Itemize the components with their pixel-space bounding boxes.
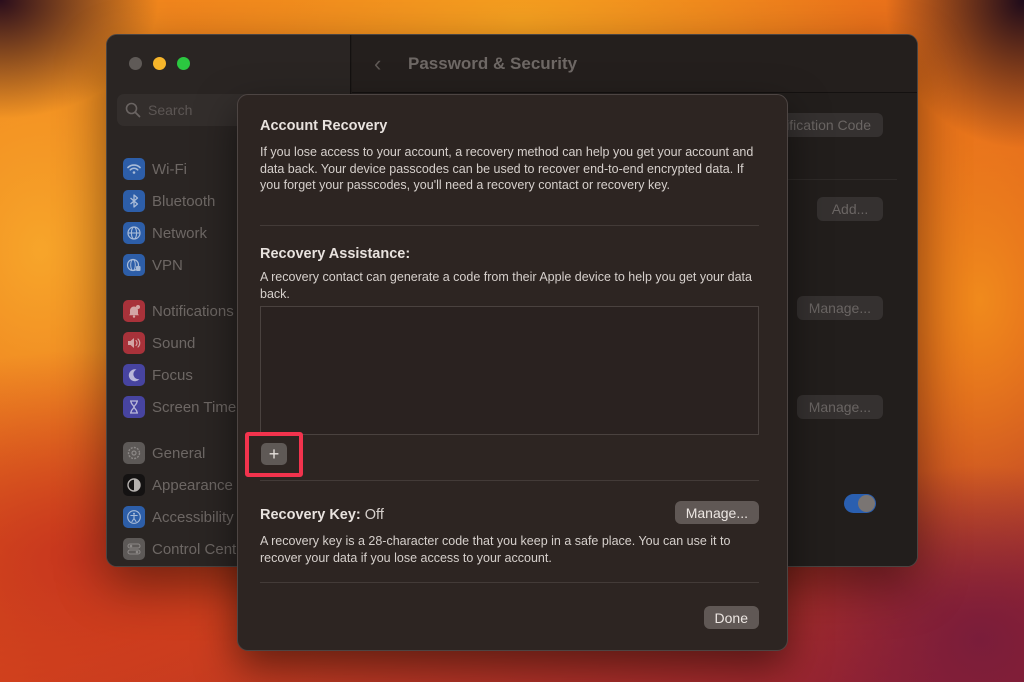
- hourglass-icon: [123, 396, 145, 418]
- bluetooth-icon: [123, 190, 145, 212]
- account-recovery-title: Account Recovery: [260, 118, 388, 134]
- sidebar-item-label: Accessibility: [152, 508, 234, 526]
- gear-icon: [123, 442, 145, 464]
- speaker-icon: [123, 332, 145, 354]
- recovery-key-value: Off: [364, 507, 384, 523]
- back-chevron-icon[interactable]: ‹: [374, 51, 381, 77]
- toggle-switch[interactable]: [844, 494, 876, 513]
- manage-button-1[interactable]: Manage...: [796, 296, 883, 320]
- sidebar-item-label: Network: [152, 224, 208, 242]
- search-placeholder: Search: [148, 102, 193, 118]
- add-trusted-number-button[interactable]: Add...: [817, 197, 883, 221]
- recovery-key-description: A recovery key is a 28-character code th…: [260, 534, 731, 565]
- toggle-knob: [858, 495, 875, 512]
- manage-button-2[interactable]: Manage...: [796, 395, 883, 419]
- sidebar-item-label: Wi-Fi: [152, 160, 187, 178]
- globe-icon: [123, 222, 145, 244]
- vpn-globe-icon: [123, 254, 145, 276]
- recovery-key-label: Recovery Key:: [260, 507, 361, 523]
- appearance-icon: [123, 474, 145, 496]
- sidebar-item-label: Notifications: [152, 302, 234, 320]
- divider: [260, 480, 759, 481]
- sidebar-item-label: General: [152, 444, 206, 462]
- sidebar-item-label: Focus: [152, 366, 193, 384]
- add-recovery-contact-button[interactable]: +: [261, 443, 287, 465]
- search-icon: [125, 102, 141, 118]
- maximize-button[interactable]: [177, 57, 190, 70]
- content-header: ‹ Password & Security: [352, 35, 917, 93]
- recovery-key-status: Recovery Key: Off: [260, 507, 384, 523]
- sidebar-item-label: Screen Time: [152, 398, 237, 416]
- control-centre-icon: [123, 538, 145, 560]
- recovery-contacts-list[interactable]: [260, 306, 759, 435]
- sidebar-item-label: Control Centre: [152, 540, 250, 558]
- minimize-button[interactable]: [153, 57, 166, 70]
- accessibility-icon: [123, 506, 145, 528]
- sidebar-item-label: VPN: [152, 256, 183, 274]
- plus-icon: +: [268, 444, 280, 464]
- sidebar-item-label: Sound: [152, 334, 196, 352]
- wifi-icon: [123, 158, 145, 180]
- recovery-assistance-description: A recovery contact can generate a code f…: [260, 270, 752, 301]
- sidebar-item-label: Bluetooth: [152, 192, 216, 210]
- close-button[interactable]: [129, 57, 142, 70]
- divider: [260, 582, 759, 583]
- account-recovery-sheet: Account Recovery If you lose access to y…: [237, 94, 788, 651]
- divider: [260, 225, 759, 226]
- done-button[interactable]: Done: [703, 606, 759, 629]
- sidebar-item-label: Appearance: [152, 476, 233, 494]
- recovery-key-manage-button[interactable]: Manage...: [674, 501, 759, 524]
- account-recovery-description: If you lose access to your account, a re…: [260, 145, 754, 192]
- bell-icon: [123, 300, 145, 322]
- window-controls: [129, 57, 190, 70]
- moon-icon: [123, 364, 145, 386]
- page-title: Password & Security: [408, 54, 578, 73]
- recovery-assistance-title: Recovery Assistance:: [260, 246, 411, 262]
